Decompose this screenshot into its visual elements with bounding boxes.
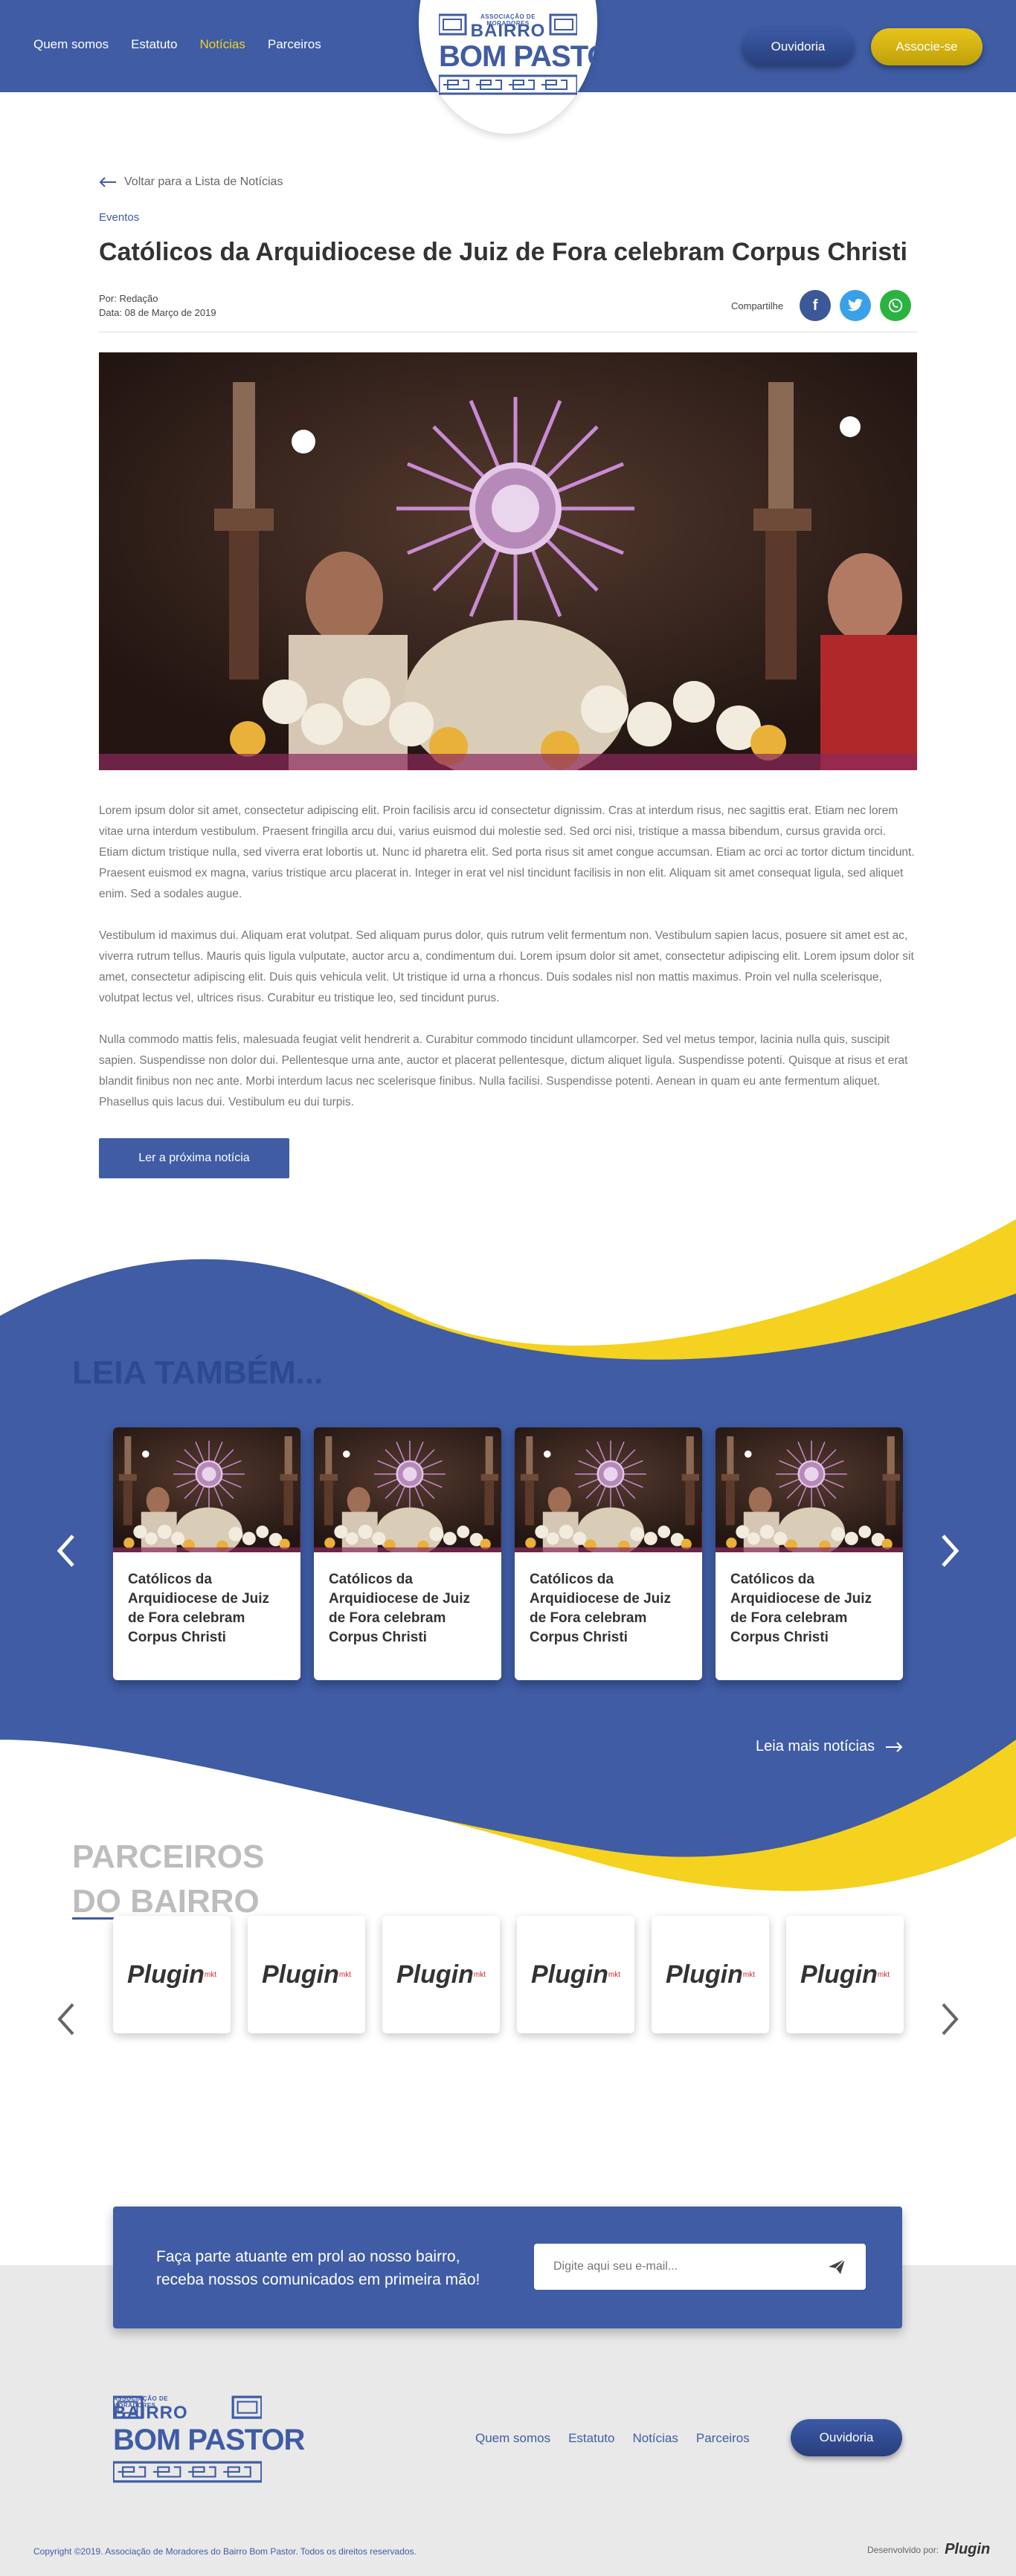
- category-link[interactable]: Eventos: [99, 211, 139, 224]
- footer-logo-line1: BAIRRO: [113, 2403, 188, 2423]
- main-nav: Quem somos Estatuto Notícias Parceiros: [33, 37, 321, 52]
- related-card-title: Católicos da Arquidiocese de Juiz de For…: [530, 1572, 672, 1645]
- related-prev-arrow-icon[interactable]: [57, 1534, 76, 1574]
- newsletter-text: Faça parte atuante em prol ao nosso bair…: [156, 2245, 480, 2291]
- footer-logo[interactable]: ASSOCIAÇÃO DE MORADORES BAIRRO BOM PASTO…: [113, 2395, 305, 2483]
- arrow-right-icon: [886, 1741, 903, 1752]
- partners-title-line1: PARCEIROS: [72, 1839, 265, 1875]
- partner-name: Plugin: [262, 1960, 339, 1989]
- partner-sub: mkt: [608, 1970, 620, 1979]
- newsletter-line1: Faça parte atuante em prol ao nosso bair…: [156, 2248, 460, 2265]
- footer-ouvidoria-button[interactable]: Ouvidoria: [791, 2419, 902, 2456]
- article-title: Católicos da Arquidiocese de Juiz de For…: [99, 238, 908, 266]
- twitter-bird-icon: [848, 299, 863, 311]
- related-card-image: [515, 1427, 702, 1552]
- whatsapp-icon[interactable]: [880, 290, 912, 321]
- newsletter-line2: receba nossos comunicados em primeira mã…: [156, 2271, 480, 2288]
- related-title: LEIA TAMBÉM...: [72, 1355, 324, 1391]
- whatsapp-phone-icon: [888, 298, 903, 313]
- footer-nav-parceiros[interactable]: Parceiros: [696, 2431, 750, 2446]
- logo-line2: BOM PASTOR: [439, 40, 631, 73]
- footer-nav-estatuto[interactable]: Estatuto: [568, 2431, 614, 2446]
- page: Quem somos Estatuto Notícias Parceiros O…: [0, 0, 1016, 2576]
- partner-name: Plugin: [666, 1960, 743, 1989]
- developer-logo[interactable]: Plugin: [945, 2541, 990, 2558]
- nav-quem-somos[interactable]: Quem somos: [33, 37, 109, 52]
- footer-nav: Quem somos Estatuto Notícias Parceiros: [475, 2431, 750, 2446]
- related-card-title: Católicos da Arquidiocese de Juiz de For…: [128, 1572, 270, 1645]
- newsletter-email-input[interactable]: Digite aqui seu e-mail...: [534, 2244, 866, 2290]
- article-paragraph: Lorem ipsum dolor sit amet, consectetur …: [99, 804, 915, 900]
- nav-estatuto[interactable]: Estatuto: [131, 37, 177, 52]
- partner-sub: mkt: [338, 1970, 351, 1979]
- facebook-icon[interactable]: f: [800, 290, 832, 321]
- article-hero-image: [99, 352, 917, 770]
- newsletter-placeholder: Digite aqui seu e-mail...: [553, 2260, 678, 2273]
- partners-carousel: Plugin mkt Plugin mkt Plugin mkt Plugin mkt …: [113, 1916, 904, 2033]
- partner-logo[interactable]: Plugin mkt: [786, 1916, 904, 2033]
- developer-credit: Desenvolvido por: Plugin: [867, 2541, 990, 2558]
- footer-nav-quem-somos[interactable]: Quem somos: [475, 2431, 550, 2446]
- partner-name: Plugin: [396, 1960, 474, 1989]
- partner-logo[interactable]: Plugin mkt: [248, 1916, 365, 2033]
- partners-next-arrow-icon[interactable]: [940, 2003, 959, 2042]
- nav-noticias[interactable]: Notícias: [199, 37, 245, 52]
- related-card-title: Católicos da Arquidiocese de Juiz de For…: [730, 1572, 872, 1645]
- partner-name: Plugin: [800, 1960, 878, 1989]
- share-bar: Compartilhe f: [731, 290, 912, 321]
- partner-logo[interactable]: Plugin mkt: [113, 1916, 231, 2033]
- article-meta: Por: Redação Data: 08 de Março de 2019: [99, 291, 216, 320]
- related-card[interactable]: Católicos da Arquidiocese de Juiz de For…: [515, 1427, 702, 1680]
- partner-logo[interactable]: Plugin mkt: [652, 1916, 769, 2033]
- article-paragraph: Nulla commodo mattis felis, malesuada fe…: [99, 1033, 908, 1108]
- related-card-image: [113, 1427, 300, 1552]
- related-card[interactable]: Católicos da Arquidiocese de Juiz de For…: [716, 1427, 903, 1680]
- ouvidoria-button[interactable]: Ouvidoria: [742, 28, 854, 65]
- article-body: Lorem ipsum dolor sit amet, consectetur …: [99, 801, 917, 1134]
- associe-se-button[interactable]: Associe-se: [871, 28, 983, 65]
- partner-sub: mkt: [473, 1970, 486, 1979]
- developer-label: Desenvolvido por:: [867, 2544, 939, 2555]
- partner-sub: mkt: [877, 1970, 890, 1979]
- footer-logo-line2: BOM PASTOR: [113, 2424, 305, 2456]
- related-card-title: Católicos da Arquidiocese de Juiz de For…: [329, 1572, 471, 1645]
- send-icon[interactable]: [827, 2258, 846, 2276]
- related-card[interactable]: Católicos da Arquidiocese de Juiz de For…: [314, 1427, 501, 1680]
- arrow-left-icon: [99, 177, 116, 187]
- related-next-arrow-icon[interactable]: [940, 1534, 959, 1574]
- partners-title: PARCEIROS DO BAIRRO: [72, 1835, 264, 1924]
- partner-sub: mkt: [742, 1970, 755, 1979]
- copyright-text: Copyright ©2019. Associação de Moradores…: [33, 2546, 417, 2557]
- partner-name: Plugin: [531, 1960, 608, 1989]
- back-link[interactable]: Voltar para a Lista de Notícias: [99, 175, 283, 189]
- twitter-icon[interactable]: [840, 290, 872, 321]
- newsletter-box: Faça parte atuante em prol ao nosso bair…: [113, 2207, 902, 2328]
- logo-line1: BAIRRO: [470, 21, 546, 41]
- footer-nav-noticias[interactable]: Notícias: [632, 2431, 678, 2446]
- share-label: Compartilhe: [731, 300, 784, 311]
- partner-sub: mkt: [204, 1970, 216, 1979]
- partner-logo[interactable]: Plugin mkt: [517, 1916, 634, 2033]
- partner-name: Plugin: [127, 1960, 205, 1989]
- related-cards: Católicos da Arquidiocese de Juiz de For…: [113, 1427, 903, 1680]
- next-article-button[interactable]: Ler a próxima notícia: [99, 1138, 289, 1178]
- related-card-image: [314, 1427, 501, 1552]
- article-author: Por: Redação: [99, 293, 158, 304]
- nav-parceiros[interactable]: Parceiros: [268, 37, 321, 52]
- article-date: Data: 08 de Março de 2019: [99, 307, 216, 318]
- article-paragraph: Vestibulum id maximus dui. Aliquam erat …: [99, 929, 914, 1004]
- back-link-label: Voltar para a Lista de Notícias: [124, 175, 283, 188]
- more-news-label: Leia mais notícias: [756, 1738, 875, 1755]
- more-news-link[interactable]: Leia mais notícias: [756, 1738, 903, 1755]
- related-card-image: [716, 1427, 903, 1552]
- related-card[interactable]: Católicos da Arquidiocese de Juiz de For…: [113, 1427, 300, 1680]
- partner-logo[interactable]: Plugin mkt: [382, 1916, 500, 2033]
- site-logo[interactable]: ASSOCIAÇÃO DE MORADORES BAIRRO BOM PASTO…: [439, 13, 631, 95]
- partners-prev-arrow-icon[interactable]: [57, 2003, 76, 2042]
